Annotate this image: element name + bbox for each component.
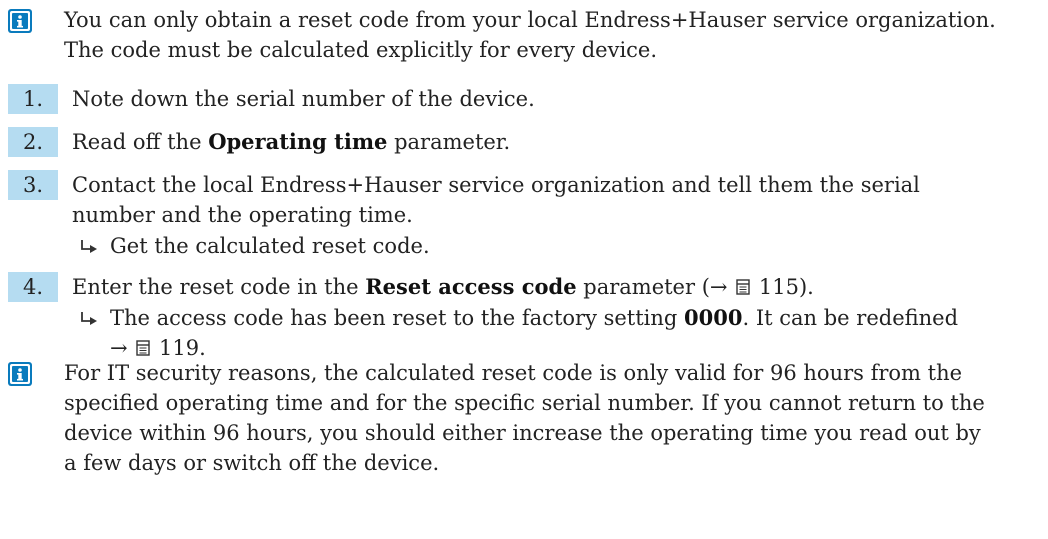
info-icon	[8, 9, 32, 33]
step-text-line: number and the operating time.	[72, 203, 413, 227]
parameter-name: Operating time	[208, 129, 388, 154]
step-number-badge: 3.	[8, 170, 58, 200]
manual-page-icon	[136, 340, 150, 356]
step-text-part: ).	[798, 275, 814, 299]
step-number-badge: 1.	[8, 84, 58, 114]
factory-code-value: 0000	[684, 305, 743, 330]
note-line: specified operating time and for the spe…	[64, 391, 985, 415]
result-text: The access code has been reset to the fa…	[110, 303, 1040, 363]
manual-page-icon	[736, 279, 750, 295]
step-text: Read off the Operating time parameter.	[72, 127, 1042, 157]
parameter-name: Reset access code	[365, 274, 577, 299]
note-line: The code must be calculated explicitly f…	[64, 38, 658, 62]
step-text-part: parameter.	[387, 130, 511, 154]
info-icon	[8, 362, 32, 386]
step-text-part: Read off the	[72, 130, 209, 154]
result-text-part: The access code has been reset to the fa…	[110, 306, 685, 330]
step-text: Enter the reset code in the Reset access…	[72, 272, 1042, 302]
step-text: Note down the serial number of the devic…	[72, 87, 535, 111]
step-number-badge: 4.	[8, 272, 58, 302]
step-text-part: Enter the reset code in the	[72, 275, 366, 299]
step-text-line: Contact the local Endress+Hauser service…	[72, 173, 920, 197]
step-text-part: parameter (→	[576, 275, 735, 299]
document-page: You can only obtain a reset code from yo…	[0, 0, 1048, 539]
result-text-part: .	[199, 336, 206, 360]
result-line: The access code has been reset to the fa…	[110, 303, 1040, 333]
arrow-reference: →	[110, 336, 135, 360]
page-reference-link[interactable]: 119	[159, 336, 199, 360]
note-line: You can only obtain a reset code from yo…	[64, 8, 996, 32]
result-text-part: . It can be redefined	[742, 306, 959, 330]
note-line: a few days or switch off the device.	[64, 451, 440, 475]
step-text: Contact the local Endress+Hauser service…	[72, 170, 1042, 230]
result-text: Get the calculated reset code.	[110, 234, 430, 258]
result-arrow-icon	[81, 240, 97, 253]
info-note-text: For IT security reasons, the calculated …	[64, 358, 1048, 478]
note-line: device within 96 hours, you should eithe…	[64, 421, 981, 445]
result-arrow-icon	[81, 312, 97, 325]
page-reference-link[interactable]: 115	[759, 275, 799, 299]
note-line: For IT security reasons, the calculated …	[64, 361, 963, 385]
step-number-badge: 2.	[8, 127, 58, 157]
info-note-text: You can only obtain a reset code from yo…	[64, 5, 1048, 65]
